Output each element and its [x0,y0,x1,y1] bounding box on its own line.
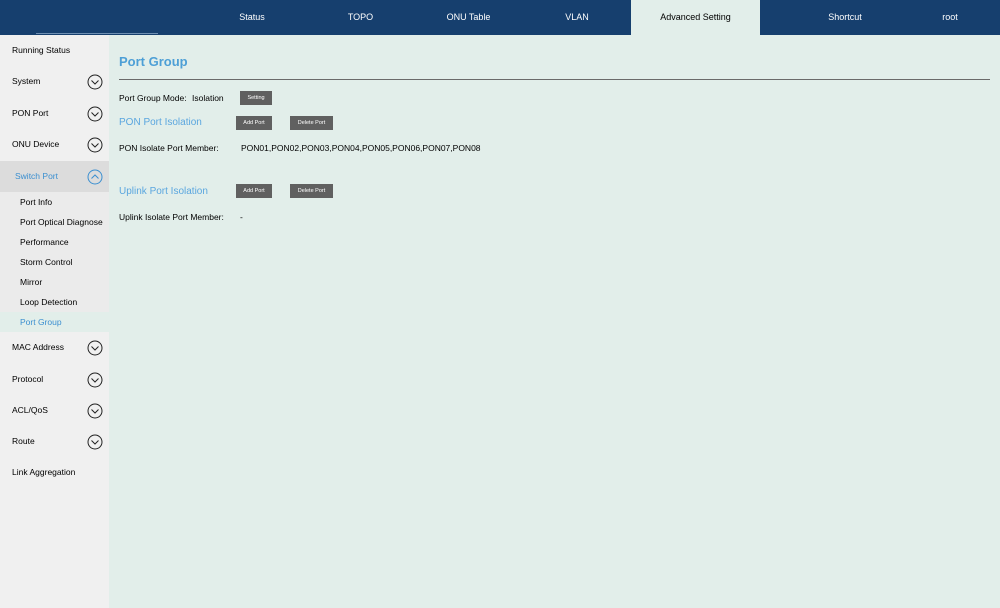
sidebar-item-pon-port[interactable]: PON Port [0,98,109,129]
sidebar-subitem-label: Storm Control [20,257,73,267]
port-group-mode-value: Isolation [192,93,224,103]
sidebar: Running Status System PON Port ONU Devic… [0,35,109,608]
sidebar-item-route[interactable]: Route [0,426,109,457]
chevron-down-icon[interactable] [87,372,103,388]
uplink-add-port-button[interactable]: Add Port [236,184,272,198]
page-title: Port Group [119,54,188,69]
logo-underline [36,33,158,34]
sidebar-item-label: Switch Port [15,171,58,181]
sidebar-subitem-port-info[interactable]: Port Info [0,192,109,212]
top-navigation-bar: Status TOPO ONU Table VLAN Advanced Sett… [0,0,1000,35]
user-menu-root[interactable]: root [900,0,1000,35]
pon-port-isolation-title: PON Port Isolation [119,117,202,128]
sidebar-item-label: PON Port [12,108,49,118]
sidebar-item-label: Link Aggregation [12,467,76,477]
sidebar-subitem-label: Port Optical Diagnose [20,217,103,227]
tab-onu-table[interactable]: ONU Table [414,0,523,35]
sidebar-subitem-port-optical-diagnose[interactable]: Port Optical Diagnose [0,212,109,232]
setting-button[interactable]: Setting [240,91,272,105]
sidebar-subitem-label: Performance [20,237,69,247]
sidebar-subitem-label: Mirror [20,277,43,287]
tab-status[interactable]: Status [197,0,307,35]
uplink-port-isolation-title: Uplink Port Isolation [119,186,208,197]
uplink-isolate-member-label: Uplink Isolate Port Member: [119,212,224,222]
sidebar-item-protocol[interactable]: Protocol [0,364,109,395]
sidebar-item-label: Protocol [12,374,44,384]
title-divider [119,79,990,80]
uplink-delete-port-button[interactable]: Delete Port [290,184,333,198]
sidebar-item-label: System [12,76,41,86]
tab-advanced-setting[interactable]: Advanced Setting [631,0,760,35]
sidebar-item-system[interactable]: System [0,66,109,97]
chevron-down-icon[interactable] [87,74,103,90]
pon-add-port-button[interactable]: Add Port [236,116,272,130]
sidebar-item-mac-address[interactable]: MAC Address [0,332,109,363]
chevron-up-icon[interactable] [87,169,103,185]
sidebar-subitem-loop-detection[interactable]: Loop Detection [0,292,109,312]
sidebar-subitem-label: Loop Detection [20,297,78,307]
chevron-down-icon[interactable] [87,403,103,419]
chevron-down-icon[interactable] [87,137,103,153]
main-content: Port Group Port Group Mode: Isolation Se… [109,35,1000,608]
sidebar-item-label: Running Status [12,45,71,55]
sidebar-item-switch-port[interactable]: Switch Port [0,161,109,192]
sidebar-subitem-label: Port Info [20,197,53,207]
sidebar-item-label: ACL/QoS [12,405,48,415]
sidebar-item-onu-device[interactable]: ONU Device [0,129,109,160]
port-group-mode-label: Port Group Mode: [119,93,187,103]
chevron-down-icon[interactable] [87,340,103,356]
sidebar-subitem-port-group[interactable]: Port Group [0,312,109,332]
tab-shortcut[interactable]: Shortcut [790,0,900,35]
tab-topo[interactable]: TOPO [307,0,414,35]
sidebar-item-label: MAC Address [12,342,64,352]
sidebar-item-acl-qos[interactable]: ACL/QoS [0,395,109,426]
uplink-isolate-member-value: - [240,212,243,222]
chevron-down-icon[interactable] [87,106,103,122]
pon-delete-port-button[interactable]: Delete Port [290,116,333,130]
sidebar-item-label: Route [12,436,35,446]
sidebar-item-running-status[interactable]: Running Status [0,35,109,66]
pon-isolate-member-label: PON Isolate Port Member: [119,143,219,153]
pon-isolate-member-value: PON01,PON02,PON03,PON04,PON05,PON06,PON0… [241,143,481,153]
sidebar-subitem-storm-control[interactable]: Storm Control [0,252,109,272]
tab-vlan[interactable]: VLAN [523,0,631,35]
sidebar-subitem-performance[interactable]: Performance [0,232,109,252]
chevron-down-icon[interactable] [87,434,103,450]
sidebar-item-label: ONU Device [12,139,60,149]
sidebar-item-link-aggregation[interactable]: Link Aggregation [0,457,109,488]
sidebar-subitem-label: Port Group [20,317,62,327]
sidebar-subitem-mirror[interactable]: Mirror [0,272,109,292]
